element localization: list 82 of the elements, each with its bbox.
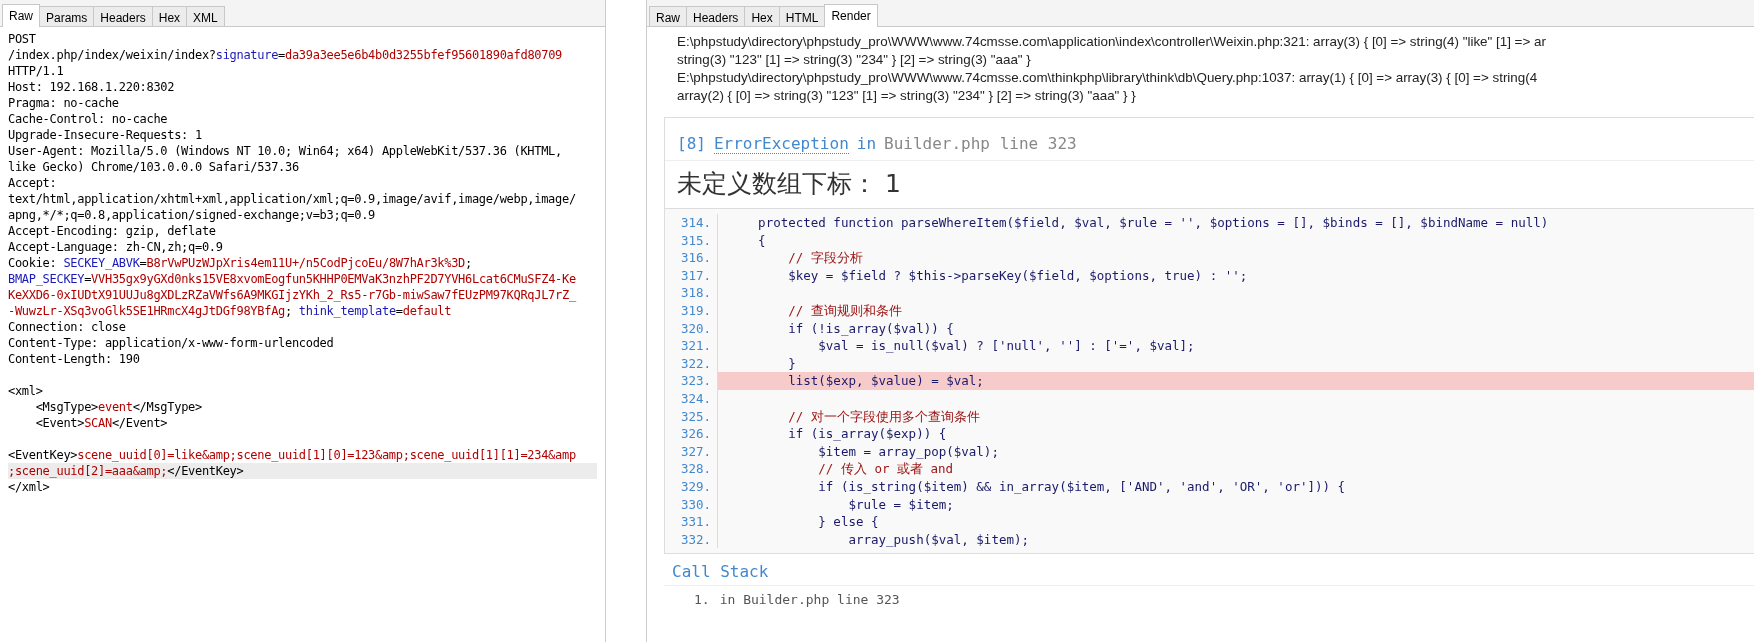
- code-text: if (is_array($exp)) {: [787, 425, 948, 443]
- line-number: 320.: [665, 319, 718, 338]
- code-text: } else {: [817, 513, 880, 531]
- request-line: Host: 192.168.1.220:8302: [8, 79, 176, 95]
- line-number: 325.: [665, 407, 718, 426]
- tab[interactable]: Params: [39, 6, 95, 26]
- line-number: 330.: [665, 495, 718, 514]
- line-number: 321.: [665, 337, 718, 355]
- request-line: Upgrade-Insecure-Requests: 1: [8, 127, 203, 143]
- line-number: 326.: [665, 425, 718, 443]
- tab[interactable]: XML: [186, 6, 225, 26]
- call-stack-title: Call Stack: [664, 554, 1754, 587]
- code-comment: // 字段分析: [787, 249, 864, 267]
- request-line: Content-Type: application/x-www-form-urlencoded: [8, 335, 335, 351]
- line-number: 331.: [665, 513, 718, 531]
- request-line: </xml>: [8, 479, 51, 495]
- line-number: 318.: [665, 284, 718, 302]
- code-text: $item = array_pop($val);: [817, 442, 1000, 461]
- code-comment: // 查询规则和条件: [787, 301, 903, 320]
- request-line: User-Agent: Mozilla/5.0 (Windows NT 10.0; Win64; x64) AppleWebKit/537.36 (KHTML,: [8, 143, 563, 159]
- request-line: like Gecko) Chrome/103.0.0.0 Safari/537.36: [8, 159, 300, 175]
- tab[interactable]: Headers: [686, 6, 746, 26]
- code-text: $val = is_null($val) ? ['null', ''] : ['=', $val];: [817, 337, 1196, 355]
- request-line: Connection: close: [8, 319, 127, 335]
- tab[interactable]: Hex: [744, 6, 780, 26]
- error-file: Builder.php line 323: [884, 134, 1077, 154]
- code-comment: // 对一个字段使用多个查询条件: [787, 407, 981, 426]
- line-number: 322.: [665, 354, 718, 373]
- exception-link[interactable]: ErrorException: [713, 134, 849, 154]
- request-line: Accept:: [8, 175, 58, 191]
- line-number: 316.: [665, 249, 718, 267]
- tab[interactable]: Raw: [649, 6, 687, 26]
- request-line: Cache-Control: no-cache: [8, 111, 169, 127]
- request-line: HTTP/1.1: [8, 63, 65, 79]
- line-number: 332.: [665, 530, 718, 549]
- stack-entry: in Builder.php line 323: [719, 592, 900, 608]
- code-text: list($exp, $value) = $val;: [718, 372, 1754, 390]
- code-text: $rule = $item;: [847, 495, 955, 514]
- tab[interactable]: Headers: [93, 6, 153, 26]
- code-comment: // 传入 or 或者 and: [817, 460, 955, 478]
- dump-line: array(2) { [0] => string(3) "123" [1] => string(3) "234" } [2] => string(3) "aaa" } }: [677, 87, 1137, 105]
- request-line: Accept-Language: zh-CN,zh;q=0.9: [8, 239, 224, 255]
- dump-line: E:\phpstudy\directory\phpstudy_pro\WWW\www.74cmsse.com\application\index\controller\Weixin.php:321: array(3) { [0] => string(4) "like" [1] => ar: [677, 33, 1547, 51]
- error-in: in: [856, 134, 877, 154]
- request-line: POST: [8, 31, 37, 47]
- line-number: 324.: [665, 389, 718, 408]
- request-line: Pragma: no-cache: [8, 95, 120, 111]
- request-line: <Event>SCAN</Event>: [34, 415, 169, 431]
- dump-line: string(3) "123" [1] => string(3) "234" } [2] => string(3) "aaa" }: [677, 51, 1032, 69]
- line-number: 329.: [665, 477, 718, 496]
- line-number: 314.: [665, 214, 718, 232]
- code-text: protected function parseWhereItem($field, $val, $rule = '', $options = [], $binds = [], $bindName = null): [757, 214, 1550, 232]
- request-line: <xml>: [8, 383, 44, 399]
- code-text: if (is_string($item) && in_array($item, ['AND', 'and', 'OR', 'or'])) {: [817, 477, 1347, 496]
- request-line: <EventKey>scene_uuid[0]=like&amp;scene_uuid[1][0]=123&amp;scene_uuid[1][1]=234&amp: [8, 447, 577, 463]
- error-code: [8]: [677, 134, 706, 154]
- line-number: 327.: [665, 442, 718, 461]
- request-line: Cookie: SECKEY_ABVK=B8rVwPUzWJpXris4em11U+/n5CodPjcoEu/8W7hAr3k%3D;: [8, 255, 473, 271]
- code-text: $key = $field ? $this->parseKey($field, $options, true) : '';: [787, 266, 1249, 285]
- line-number: 319.: [665, 301, 718, 320]
- code-text: array_push($val, $item);: [847, 530, 1031, 549]
- dump-line: E:\phpstudy\directory\phpstudy_pro\WWW\www.74cmsse.com\thinkphp\library\think\db\Query.php:1037: array(1) { [0] => array(3) { [0] => string(4: [677, 69, 1539, 87]
- request-line: text/html,application/xhtml+xml,application/xml;q=0.9,image/avif,image/webp,image/: [8, 191, 577, 207]
- tab[interactable]: HTML: [778, 6, 826, 26]
- request-line: Accept-Encoding: gzip, deflate: [8, 223, 217, 239]
- request-line: BMAP_SECKEY=VVH35gx9yGXd0nks15VE8xvomEogfun5KHHP0EMVaK3nzhPF2D7YVH6Lcat6CMuSFZ4-Ke: [8, 271, 577, 287]
- line-number: 317.: [665, 266, 718, 285]
- stack-number: 1.: [694, 592, 710, 608]
- request-line: -WuwzLr-XSq3voGlk5SE1HRmcX4gJtDGf98YBfAg; think_template=default: [8, 303, 453, 319]
- request-line: <MsgType>event</MsgType>: [34, 399, 203, 415]
- request-line: Content-Length: 190: [8, 351, 141, 367]
- line-number: 328.: [665, 460, 718, 478]
- tab[interactable]: Hex: [151, 6, 188, 26]
- tab[interactable]: Raw: [2, 4, 40, 27]
- request-line: KeXXD6-0xIUDtX91UUJu8gXDLzRZaVWfs6A9MKGIjzYKh_2_Rs5-r7Gb-miwSaw7fEUzPM97KQRqJL7rZ_: [8, 287, 577, 303]
- line-number: 315.: [665, 231, 718, 250]
- request-line: /index.php/index/weixin/index?signature=da39a3ee5e6b4b0d3255bfef95601890afd80709: [8, 47, 563, 63]
- request-line: apng,*/*;q=0.8,application/signed-exchange;v=b3;q=0.9: [8, 207, 376, 223]
- tab[interactable]: Render: [824, 4, 878, 27]
- code-text: {: [757, 231, 767, 250]
- code-text: if (!is_array($val)) {: [787, 319, 955, 338]
- code-text: }: [787, 354, 797, 373]
